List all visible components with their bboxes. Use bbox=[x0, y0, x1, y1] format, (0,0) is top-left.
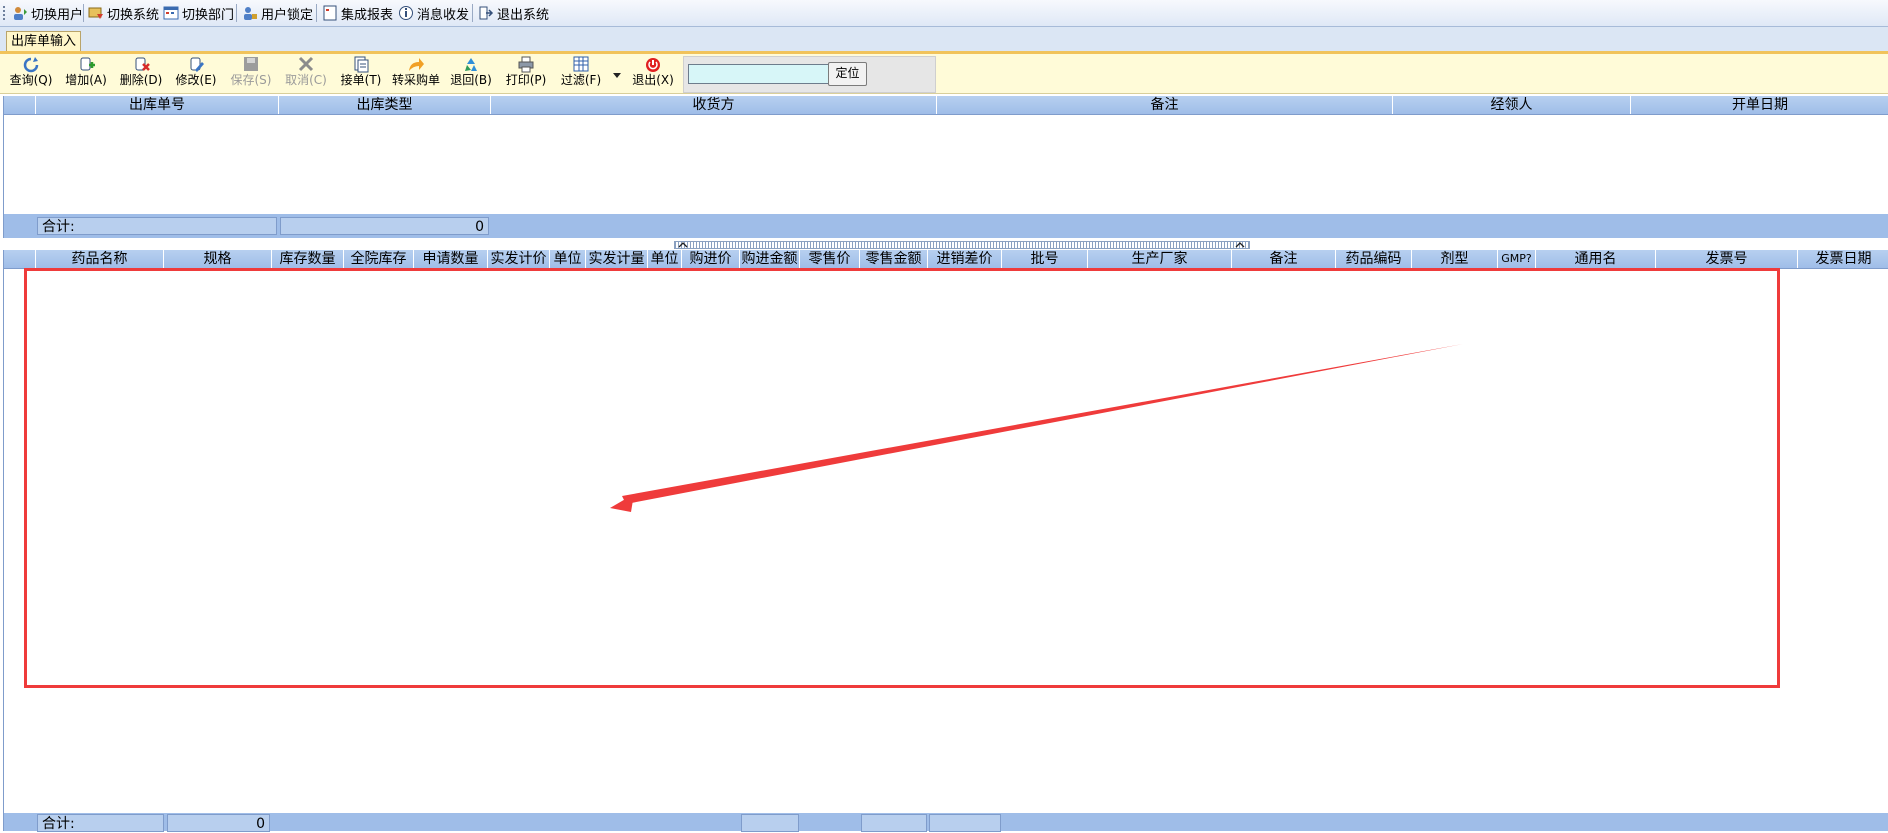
annotation-arrow bbox=[610, 344, 1463, 512]
